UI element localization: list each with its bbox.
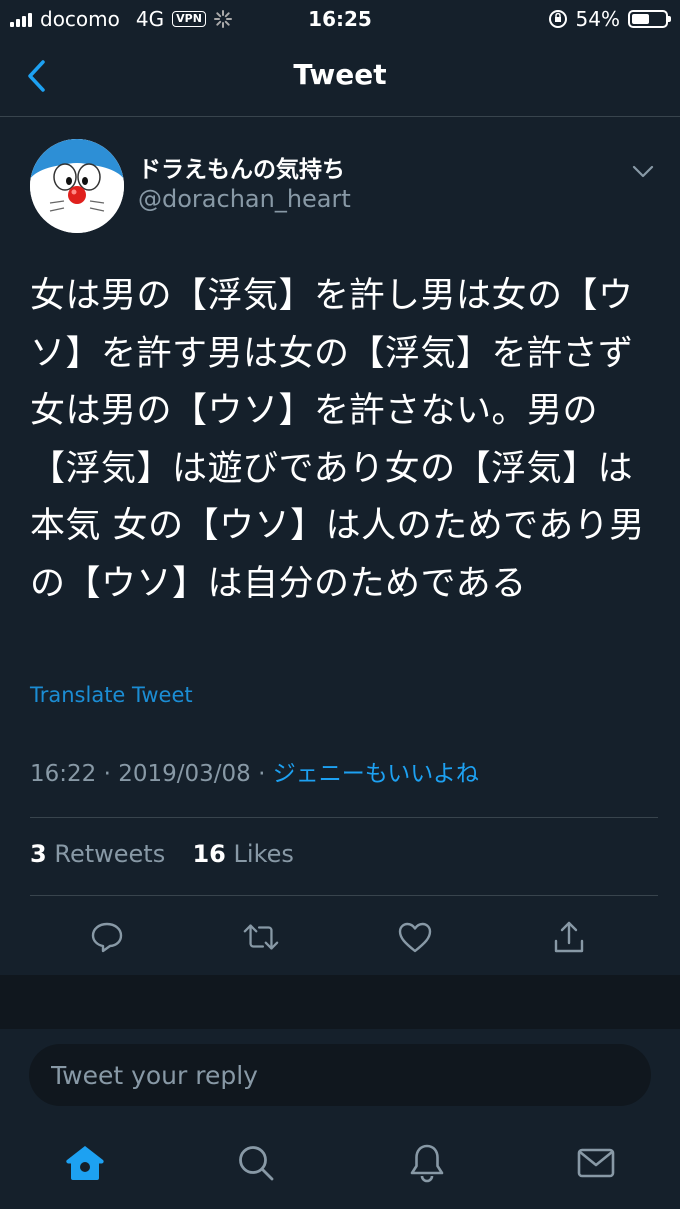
tab-search[interactable] bbox=[234, 1141, 278, 1185]
tweet-detail-screen: docomo 4G VPN 16:25 54% Tweet ドラえもんの気持ち … bbox=[0, 0, 680, 1209]
meta-separator: · bbox=[250, 761, 273, 787]
notifications-icon bbox=[410, 1144, 444, 1183]
retweet-icon bbox=[243, 924, 279, 950]
author-display-name[interactable]: ドラえもんの気持ち bbox=[138, 150, 345, 184]
battery-percentage: 54% bbox=[575, 7, 620, 31]
chevron-down-icon bbox=[632, 165, 654, 178]
tab-notifications[interactable] bbox=[405, 1141, 449, 1185]
page-title: Tweet bbox=[293, 58, 387, 91]
doraemon-avatar-image bbox=[30, 139, 124, 233]
status-right: 54% bbox=[548, 7, 671, 31]
translate-tweet-link[interactable]: Translate Tweet bbox=[30, 683, 193, 707]
home-icon bbox=[66, 1146, 104, 1180]
like-button[interactable] bbox=[396, 918, 434, 956]
tweet-menu-button[interactable] bbox=[630, 158, 656, 184]
like-icon bbox=[398, 922, 432, 953]
reply-icon bbox=[91, 922, 123, 953]
retweets-label: Retweets bbox=[54, 840, 166, 868]
tab-messages[interactable] bbox=[574, 1141, 618, 1185]
divider bbox=[30, 817, 658, 818]
reply-input[interactable] bbox=[29, 1044, 651, 1106]
avatar[interactable] bbox=[30, 139, 124, 233]
tweet-date: 2019/03/08 bbox=[118, 761, 251, 787]
author-handle[interactable]: @dorachan_heart bbox=[138, 185, 351, 213]
retweet-button[interactable] bbox=[242, 918, 280, 956]
search-icon bbox=[239, 1146, 274, 1181]
tab-bar bbox=[0, 1125, 680, 1209]
retweets-count: 3 bbox=[30, 840, 47, 868]
orientation-lock-icon bbox=[548, 10, 567, 28]
reply-composer bbox=[0, 1029, 680, 1129]
share-button[interactable] bbox=[550, 918, 588, 956]
share-icon bbox=[554, 921, 584, 953]
retweets-stat[interactable]: 3 Retweets bbox=[30, 840, 165, 868]
tab-home[interactable] bbox=[63, 1141, 107, 1185]
tweet-source-link[interactable]: ジェニーもいいよね bbox=[273, 761, 479, 787]
battery-icon bbox=[628, 10, 671, 28]
status-bar: docomo 4G VPN 16:25 54% bbox=[0, 0, 680, 40]
meta-separator: · bbox=[96, 761, 119, 787]
section-gap bbox=[0, 975, 680, 1029]
tweet-text: 女は男の【浮気】を許し男は女の【ウソ】を許す男は女の【浮気】を許さず女は男の【ウ… bbox=[30, 276, 645, 604]
nav-header: Tweet bbox=[0, 40, 680, 117]
engagement-stats: 3 Retweets 16 Likes bbox=[30, 840, 294, 868]
battery-level bbox=[632, 14, 650, 24]
likes-label: Likes bbox=[233, 840, 294, 868]
messages-icon bbox=[577, 1148, 615, 1178]
tweet-time: 16:22 bbox=[30, 761, 97, 787]
likes-count: 16 bbox=[192, 840, 226, 868]
reply-button[interactable] bbox=[88, 918, 126, 956]
tweet-actions bbox=[0, 910, 680, 962]
tweet-timestamp: 16:22 · 2019/03/08 · ジェニーもいいよね bbox=[30, 754, 479, 788]
divider bbox=[30, 895, 658, 896]
likes-stat[interactable]: 16 Likes bbox=[192, 840, 293, 868]
